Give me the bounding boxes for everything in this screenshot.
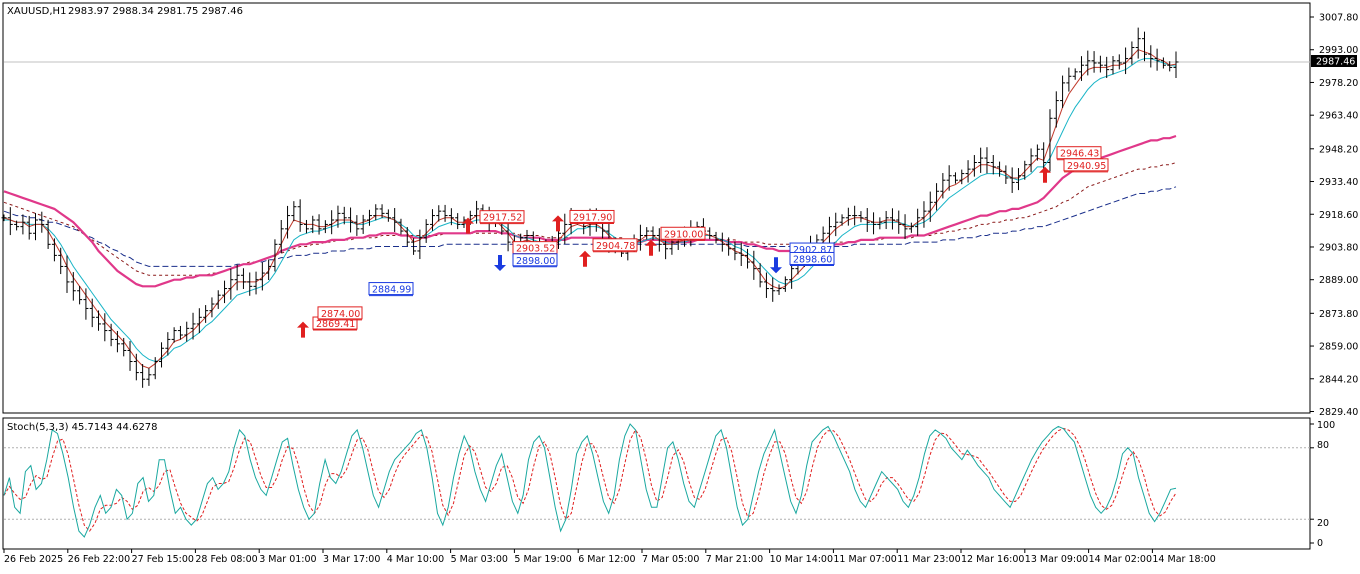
- price-tick-label: 2859.00: [1319, 342, 1358, 353]
- time-tick-label: 28 Feb 08:00: [195, 554, 257, 565]
- time-tick-label: 3 Mar 17:00: [323, 554, 380, 565]
- time-tick-label: 27 Feb 15:00: [132, 554, 194, 565]
- current-price-label: 2987.46: [1316, 57, 1355, 68]
- stoch-subwindow-frame[interactable]: [2, 417, 1311, 550]
- trade-label-sell[interactable]: 2917.52: [479, 210, 525, 225]
- price-tick-label: 2903.80: [1319, 242, 1358, 253]
- price-tick-label: 2844.20: [1319, 374, 1358, 385]
- time-tick-label: 7 Mar 05:00: [642, 554, 699, 565]
- svg-text:2940.95: 2940.95: [1067, 161, 1106, 172]
- price-tick-label: 2978.20: [1319, 78, 1358, 89]
- svg-text:2917.52: 2917.52: [483, 213, 522, 224]
- svg-text:2874.00: 2874.00: [321, 309, 360, 320]
- trading-chart-window[interactable]: 2917.52 2903.52 2898.00 2884.99 2869.41 2874.…: [0, 0, 1360, 570]
- price-tick-label: 2873.80: [1319, 309, 1358, 320]
- time-axis: 26 Feb 2025 26 Feb 22:00 27 Feb 15:00 28 Fe…: [3, 549, 1216, 565]
- time-tick-label: 14 Mar 02:00: [1089, 554, 1152, 565]
- stoch-level-20: 20: [1317, 518, 1329, 529]
- svg-text:2910.00: 2910.00: [664, 229, 703, 240]
- time-tick-label: 11 Mar 07:00: [833, 554, 896, 565]
- trade-label-buy[interactable]: 2884.99: [368, 282, 414, 297]
- svg-text:2946.43: 2946.43: [1060, 149, 1099, 160]
- ohlc-readout: 2983.97 2988.34 2981.75 2987.46: [68, 6, 243, 17]
- time-tick-label: 11 Mar 23:00: [897, 554, 960, 565]
- price-tick-label: 2963.40: [1319, 111, 1358, 122]
- price-tick-label: 2918.60: [1319, 210, 1358, 221]
- trade-label-sell[interactable]: 2874.00: [317, 306, 363, 321]
- time-tick-label: 13 Mar 09:00: [1025, 554, 1088, 565]
- svg-text:2904.78: 2904.78: [596, 241, 635, 252]
- main-chart-frame[interactable]: [2, 2, 1311, 414]
- trade-label-sell[interactable]: 2917.90: [569, 209, 615, 224]
- time-tick-label: 7 Mar 21:00: [706, 554, 763, 565]
- time-tick-label: 6 Mar 12:00: [578, 554, 635, 565]
- trade-label-buy[interactable]: 2898.60: [789, 251, 835, 266]
- time-tick-label: 5 Mar 03:00: [451, 554, 508, 565]
- svg-text:2869.41: 2869.41: [316, 319, 355, 330]
- chart-canvas[interactable]: 2917.52 2903.522898.00 2884.99 2869.412874.…: [0, 0, 1360, 570]
- time-tick-label: 12 Mar 16:00: [961, 554, 1024, 565]
- stoch-axis: 100 80 20 0: [1317, 420, 1335, 549]
- time-tick-label: 14 Mar 18:00: [1152, 554, 1215, 565]
- time-tick-label: 5 Mar 19:00: [514, 554, 571, 565]
- price-tick-label: 2889.00: [1319, 275, 1358, 286]
- svg-text:2898.60: 2898.60: [793, 254, 832, 265]
- trade-label-buy[interactable]: 2898.00: [512, 253, 558, 268]
- time-tick-label: 26 Feb 22:00: [68, 554, 130, 565]
- svg-text:2917.90: 2917.90: [573, 212, 612, 223]
- trade-label-sell[interactable]: 2904.78: [592, 238, 638, 253]
- trade-label-sell[interactable]: 2903.52: [512, 241, 558, 256]
- symbol-label: XAUUSD,H1: [7, 6, 66, 17]
- time-tick-label: 26 Feb 2025: [4, 554, 63, 565]
- trade-label-sell[interactable]: 2940.95: [1063, 158, 1109, 173]
- price-tick-label: 2993.00: [1319, 45, 1358, 56]
- price-tick-label: 3007.80: [1319, 13, 1358, 24]
- svg-text:2884.99: 2884.99: [372, 285, 411, 296]
- price-tick-label: 2933.40: [1319, 177, 1358, 188]
- trade-label-sell[interactable]: 2946.43: [1056, 146, 1102, 161]
- trade-label-sell[interactable]: 2910.00: [660, 226, 706, 241]
- stoch-level-0: 0: [1317, 538, 1323, 549]
- price-axis: 3007.80 2993.00 2978.20 2963.40 2948.20 2933.…: [1310, 13, 1358, 418]
- time-tick-label: 3 Mar 01:00: [259, 554, 316, 565]
- time-tick-label: 4 Mar 10:00: [387, 554, 444, 565]
- svg-text:2903.52: 2903.52: [516, 244, 555, 255]
- current-price-tag: 2987.46: [1311, 55, 1357, 68]
- stoch-level-80: 80: [1317, 440, 1329, 451]
- svg-text:2898.00: 2898.00: [516, 256, 555, 267]
- stoch-level-100: 100: [1317, 420, 1335, 431]
- price-tick-label: 2948.20: [1319, 144, 1358, 155]
- stoch-label: Stoch(5,3,3) 45.7143 44.6278: [7, 422, 158, 433]
- time-tick-label: 10 Mar 14:00: [770, 554, 833, 565]
- price-tick-label: 2829.40: [1319, 407, 1358, 418]
